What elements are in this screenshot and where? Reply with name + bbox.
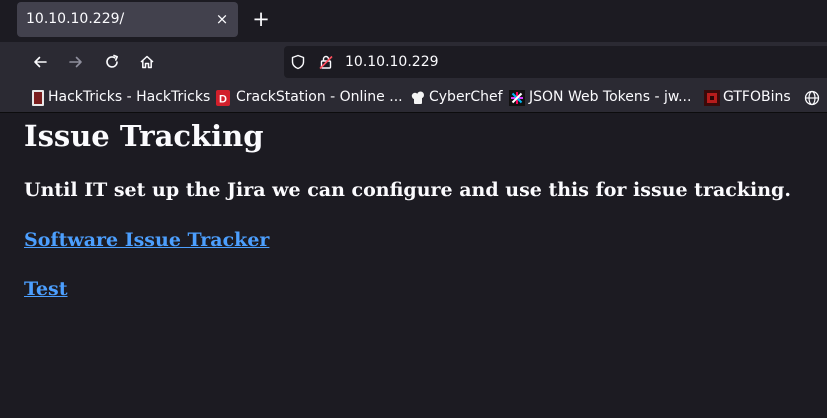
tab-strip: 10.10.10.229/ × + <box>0 0 827 42</box>
bookmark-label: HackTricks - HackTricks <box>48 89 211 105</box>
url-text[interactable]: 10.10.10.229 <box>345 54 439 70</box>
new-tab-button[interactable]: + <box>250 8 272 30</box>
shield-icon[interactable] <box>290 54 306 70</box>
navigation-toolbar: 10.10.10.229 <box>0 42 827 82</box>
gtfobins-icon <box>704 90 720 106</box>
url-bar[interactable]: 10.10.10.229 <box>284 46 827 78</box>
page-subheading: Until IT set up the Jira we can configur… <box>24 179 791 201</box>
active-tab[interactable]: 10.10.10.229/ × <box>17 2 238 37</box>
bookmark-label: GTFOBins <box>723 89 791 105</box>
page-title: Issue Tracking <box>24 119 264 153</box>
home-button[interactable] <box>135 50 159 74</box>
reload-icon <box>106 54 118 68</box>
test-link[interactable]: Test <box>24 278 68 300</box>
forward-arrow-icon <box>69 56 82 68</box>
bookmarks-toolbar: HackTricks - HackTricks D CrackStation -… <box>0 82 827 113</box>
tab-title: 10.10.10.229/ <box>26 11 125 27</box>
insecure-lock-icon[interactable] <box>318 54 334 70</box>
other-bookmarks-globe-icon[interactable] <box>804 90 820 106</box>
page-content: Issue Tracking Until IT set up the Jira … <box>0 113 827 418</box>
bookmark-label: CyberChef <box>429 89 503 105</box>
bookmark-label: CrackStation - Online ... <box>236 89 403 105</box>
forward-button[interactable] <box>64 50 88 74</box>
crackstation-icon: D <box>216 90 230 106</box>
back-button[interactable] <box>28 50 52 74</box>
close-tab-icon[interactable]: × <box>215 11 229 27</box>
software-issue-tracker-link[interactable]: Software Issue Tracker <box>24 229 269 251</box>
back-arrow-icon <box>34 56 47 68</box>
jwt-icon <box>509 90 525 106</box>
bookmark-label: JSON Web Tokens - jw... <box>529 89 692 105</box>
svg-text:D: D <box>219 94 227 106</box>
cyberchef-icon <box>411 91 424 104</box>
reload-button[interactable] <box>100 50 124 74</box>
hacktricks-icon <box>32 90 44 106</box>
home-icon <box>140 55 154 69</box>
